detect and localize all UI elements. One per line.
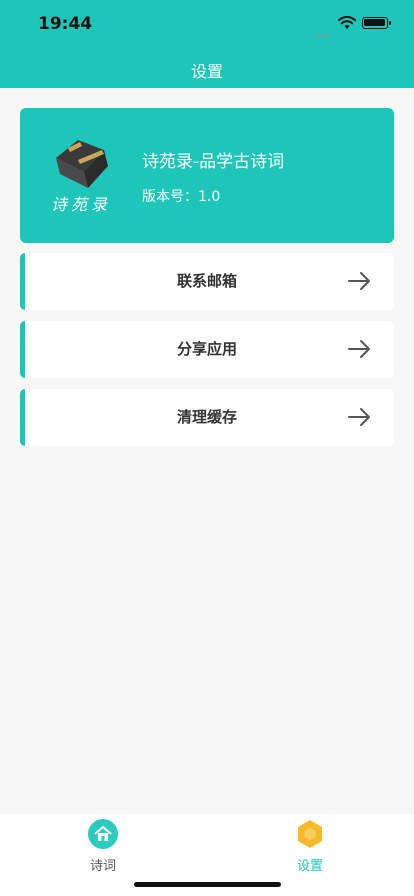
battery-icon (362, 17, 391, 29)
app-version: 版本号：1.0 (142, 189, 221, 205)
app-info-card: 诗苑录 诗苑录-品学古诗词 版本号：1.0 (20, 108, 394, 243)
arrow-right-icon (348, 340, 370, 358)
share-app-item[interactable]: 分享应用 (20, 321, 394, 378)
menu-item-label: 清理缓存 (176, 408, 237, 426)
tab-label: 诗词 (89, 859, 116, 874)
tab-settings[interactable]: 设置 (280, 816, 340, 876)
wifi-icon (338, 16, 356, 29)
contact-email-item[interactable]: 联系邮箱 (20, 253, 394, 310)
tab-poems[interactable]: 诗词 (73, 816, 133, 876)
top-bar: 19:44 设置 (0, 0, 414, 88)
menu-item-label: 联系邮箱 (176, 272, 237, 290)
menu-item-label: 分享应用 (176, 340, 237, 358)
app-name: 诗苑录-品学古诗词 (142, 152, 285, 172)
cellular-signal-icon (315, 22, 333, 37)
arrow-right-icon (348, 408, 370, 426)
arrow-right-icon (348, 272, 370, 290)
clear-cache-item[interactable]: 清理缓存 (20, 389, 394, 446)
status-time: 19:44 (38, 14, 93, 34)
tab-label: 设置 (296, 859, 323, 874)
logo-text: 诗苑录 (51, 195, 112, 214)
page-title: 设置 (190, 62, 223, 81)
home-indicator (134, 882, 281, 887)
hexagon-settings-icon (298, 820, 322, 848)
home-icon (88, 819, 118, 849)
